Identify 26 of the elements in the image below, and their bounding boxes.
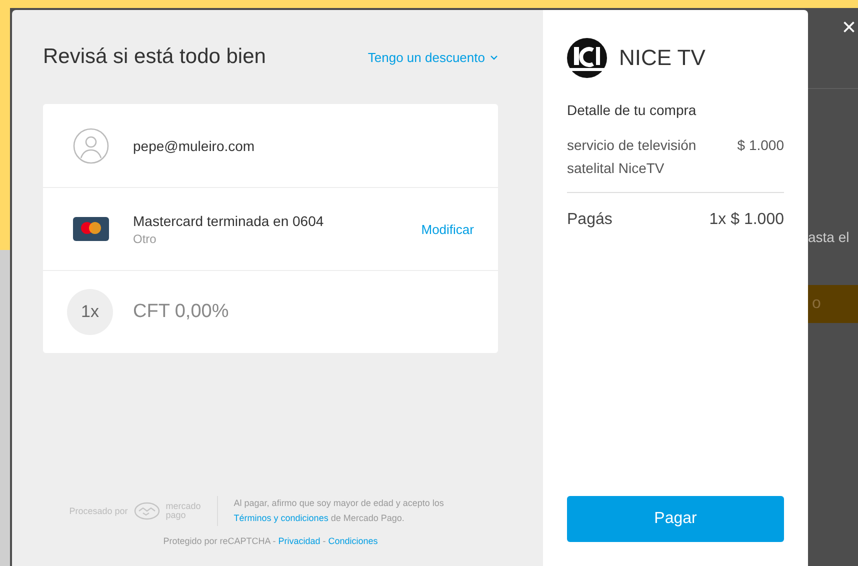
- legal-text: Al pagar, afirmo que soy mayor de edad y acepto los Términos y condiciones de Mercado Pago.: [234, 497, 445, 525]
- conditions-link[interactable]: Condiciones: [328, 536, 378, 546]
- card-icon: [73, 217, 109, 241]
- discount-link[interactable]: Tengo un descuento: [368, 50, 498, 64]
- privacy-link[interactable]: Privacidad: [278, 536, 320, 546]
- merchant-name: NICE TV: [619, 45, 706, 71]
- total-amount: 1x $ 1.000: [709, 211, 784, 229]
- pay-button[interactable]: Pagar: [567, 496, 784, 542]
- close-button[interactable]: ×: [842, 16, 856, 40]
- recaptcha-text: Protegido por reCAPTCHA - Privacidad - Condiciones: [163, 536, 378, 546]
- summary-title: Detalle de tu compra: [567, 102, 698, 118]
- item-name: servicio de televisión satelital NiceTV: [567, 136, 698, 178]
- installments-badge: 1x: [67, 289, 113, 335]
- modify-link[interactable]: Modificar: [421, 222, 474, 236]
- total-label: Pagás: [567, 211, 612, 229]
- chevron-icon: [490, 54, 498, 60]
- terms-link[interactable]: Términos y condiciones: [234, 513, 328, 523]
- merchant-logo-icon: [567, 38, 607, 78]
- cft-text: CFT 0,00%: [133, 301, 229, 323]
- page-title: Revisá si está todo bien: [43, 45, 266, 69]
- email-text: pepe@muleiro.com: [133, 138, 255, 154]
- card-type: Otro: [133, 232, 158, 246]
- card-name: Mastercard terminada en 0604: [133, 212, 325, 228]
- user-icon: [73, 128, 109, 164]
- item-price: $ 1.000: [737, 136, 784, 155]
- background-text: asta el: [808, 229, 850, 245]
